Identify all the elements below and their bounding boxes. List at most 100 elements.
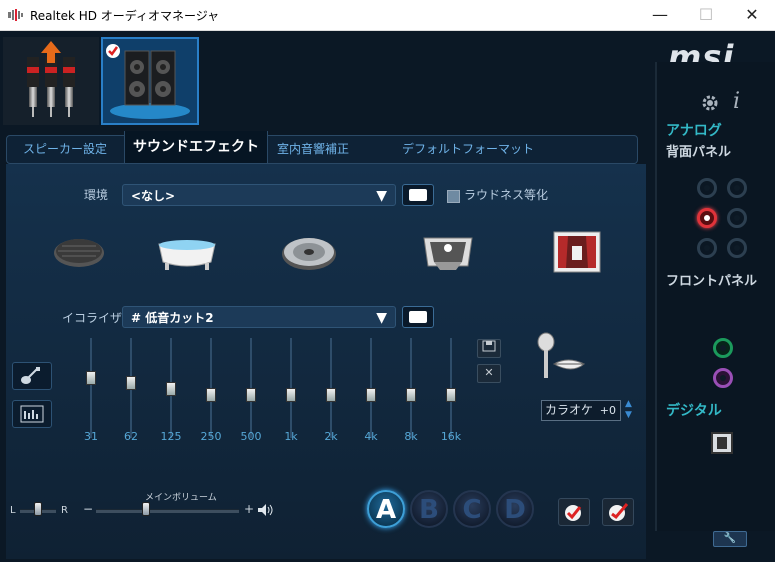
rear-jack-6[interactable] [727,238,747,258]
preset-b-button[interactable]: B [410,490,448,528]
room-box-icon[interactable] [420,230,476,274]
volume-minus-label: − [83,502,94,516]
karaoke-mic-icon[interactable] [532,330,588,384]
front-jack-mic[interactable] [713,368,733,388]
tab-speaker-settings[interactable]: スピーカー設定 [15,136,115,163]
eq-thumb[interactable] [86,371,96,385]
info-icon[interactable]: i [733,89,740,114]
rear-jack-2[interactable] [727,178,747,198]
rca-plugs-icon [27,41,75,117]
apply-all-button[interactable] [602,498,634,526]
equalizer-dropdown[interactable]: # 低音カット2 ▼ [122,306,396,328]
graphic-eq-icon [20,405,44,423]
environment-dropdown[interactable]: <なし> ▼ [122,184,396,206]
disc-icon[interactable] [280,232,338,272]
eq-band-label: 62 [124,430,138,443]
main-volume-track[interactable] [96,509,239,513]
rear-jack-5[interactable] [697,238,717,258]
wrench-button[interactable]: 🔧 [713,531,747,547]
eq-thumb[interactable] [206,388,216,402]
eq-band-label: 250 [200,430,222,443]
gear-icon[interactable] [700,93,720,113]
loudness-checkbox[interactable] [447,190,460,203]
volume-plus-label: + [244,502,255,516]
digital-port-icon[interactable] [711,432,733,454]
tab-room-correction[interactable]: 室内音響補正 [269,136,357,163]
environment-value: <なし> [131,189,176,203]
main-volume-thumb[interactable] [142,502,151,516]
save-preset-button[interactable] [477,339,501,358]
preset-d-button[interactable]: D [496,490,534,528]
save-icon [482,340,496,352]
eq-band-label: 125 [160,430,182,443]
tab-sound-effects[interactable]: サウンドエフェクト [124,131,268,163]
karaoke-field[interactable]: カラオケ +0 [541,400,621,421]
stepper-down-icon[interactable]: ▼ [625,410,632,420]
speakers-icon [106,44,190,119]
rear-jack-1[interactable] [697,178,717,198]
title-bar: Realtek HD オーディオマネージャ — ☐ ✕ [0,0,775,31]
eq-thumb[interactable] [166,382,176,396]
eq-band-4k[interactable] [361,338,381,438]
eq-band-125[interactable] [161,338,181,438]
eq-thumb[interactable] [446,388,456,402]
manhole-icon[interactable] [52,236,106,270]
balance-left-label: L [10,505,16,516]
eq-thumb[interactable] [366,388,376,402]
guitar-icon [21,367,40,384]
loudness-label: ラウドネス等化 [464,188,549,202]
checkmark-icon [565,505,582,521]
tab-default-format[interactable]: デフォルトフォーマット [394,136,542,163]
maximize-button[interactable]: ☐ [683,0,729,30]
karaoke-value: +0 [599,404,616,417]
bathtub-icon[interactable] [155,230,219,274]
front-panel-label: フロントパネル [666,274,758,289]
balance-right-label: R [61,505,68,516]
delete-preset-button[interactable]: ✕ [477,364,501,383]
eq-track [90,338,92,438]
eq-band-250[interactable] [201,338,221,438]
eq-thumb[interactable] [246,388,256,402]
eq-band-label: 8k [404,430,418,443]
chevron-down-icon: ▼ [376,310,387,326]
checkmark-reset-icon [609,503,629,521]
equalizer-label: イコライザ [62,311,123,325]
eq-band-label: 2k [324,430,338,443]
tab-bar: スピーカー設定 サウンドエフェクト 室内音響補正 デフォルトフォーマット [6,131,638,164]
eq-band-1k[interactable] [281,338,301,438]
rear-jack-4[interactable] [727,208,747,228]
eq-band-2k[interactable] [321,338,341,438]
stage-icon[interactable] [552,228,602,276]
preset-c-button[interactable]: C [453,490,491,528]
eq-band-62[interactable] [121,338,141,438]
close-button[interactable]: ✕ [729,0,775,30]
device-speakers[interactable] [101,37,199,125]
equalizer-toggle[interactable] [402,306,434,328]
device-connectors[interactable] [3,37,99,125]
balance-slider-thumb[interactable] [34,502,42,516]
rear-jack-mic-active[interactable] [697,208,717,228]
eq-band-16k[interactable] [441,338,461,438]
eq-thumb[interactable] [126,376,136,390]
eq-thumb[interactable] [326,388,336,402]
eq-band-label: 16k [440,430,462,443]
eq-band-500[interactable] [241,338,261,438]
stepper-up-icon[interactable]: ▲ [625,399,632,409]
karaoke-stepper[interactable]: ▲ ▼ [625,399,637,421]
eq-band-31[interactable] [81,338,101,438]
rear-panel-label: 背面パネル [666,145,732,160]
chevron-down-icon: ▼ [376,188,387,204]
eq-thumb[interactable] [286,388,296,402]
eq-band-label: 4k [364,430,378,443]
front-jack-headphone[interactable] [713,338,733,358]
eq-band-8k[interactable] [401,338,421,438]
speaker-volume-icon[interactable] [257,503,275,517]
minimize-button[interactable]: — [637,0,683,30]
apply-button[interactable] [558,498,590,526]
main-volume-label: メインボリューム [145,493,217,503]
environment-toggle[interactable] [402,184,434,206]
equalizer-graph-button[interactable] [12,400,52,428]
guitar-preset-button[interactable] [12,362,52,390]
preset-a-button[interactable]: A [367,490,405,528]
eq-thumb[interactable] [406,388,416,402]
